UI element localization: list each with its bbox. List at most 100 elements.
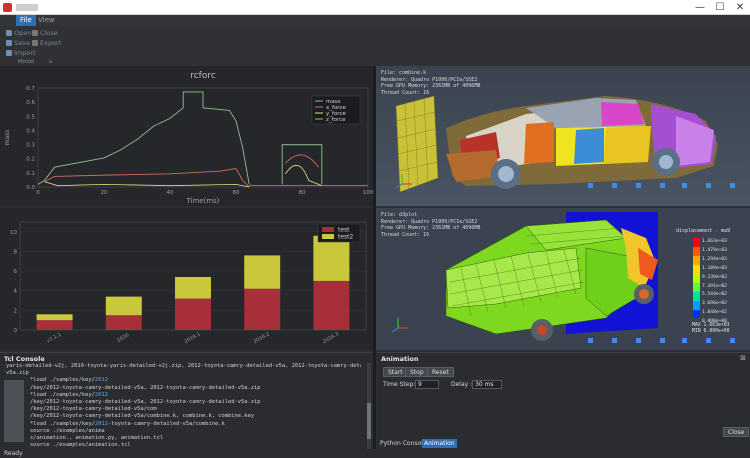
contour-min-max: MAX 1.663e+03 MIN 0.000e+00 xyxy=(692,323,730,335)
tcl-console-line: v5a.zip xyxy=(6,370,29,377)
save-icon xyxy=(6,40,12,46)
model-viewport-1[interactable]: File: combine.k Renderer: Quadro P1000/P… xyxy=(376,66,750,206)
minimize-button[interactable]: — xyxy=(690,1,710,14)
mass-series-line xyxy=(37,91,250,185)
y-force-series-line-2 xyxy=(285,165,322,187)
tcl-console-line: /key/2012-toyota-camry-detailed-v5a, 201… xyxy=(30,399,261,406)
window-title xyxy=(16,4,38,11)
start-button[interactable]: Start xyxy=(383,367,408,377)
plot1-ytick: 0.7 xyxy=(26,86,35,92)
stop-button[interactable]: Stop xyxy=(405,367,429,377)
bar-chart-ytick: 2 xyxy=(14,308,18,314)
bar-chart-xtick: 2016.2 xyxy=(253,331,271,345)
tcl-console-line: /key/2012-toyota-camry-detailed-v5a/com xyxy=(30,406,157,413)
tcl-scrollbar-thumb[interactable] xyxy=(367,403,371,439)
tcl-line-part: 2012 xyxy=(94,391,108,398)
bar-test2 xyxy=(36,314,73,321)
animation-title: Animation xyxy=(381,355,419,363)
menu-view[interactable]: View xyxy=(34,15,59,26)
export-label: Export xyxy=(40,39,62,47)
open-button[interactable]: Open xyxy=(6,29,31,38)
tcl-console-line: *load ./samples/key/2012-toyota-camry-de… xyxy=(6,421,361,428)
contour-legend-value: 7.391e+02 xyxy=(702,283,727,289)
contour-min: MIN 0.000e+00 xyxy=(692,329,730,334)
tcl-console-title: Tcl Console xyxy=(4,355,45,363)
viewport-2-gpu-memory: Free GPU Memory: 2361MB of 4096MB xyxy=(381,225,481,231)
tcl-console-output[interactable]: yaris-detailed-v2j, 2010-toyota-yaris-de… xyxy=(6,363,361,449)
legend-swatch-test xyxy=(322,227,334,232)
contour-legend-value: 1.663e+03 xyxy=(702,239,727,244)
plot1-ylabel: mass xyxy=(4,130,11,146)
time-step-label: Time Step: xyxy=(383,381,416,388)
contour-legend-value: 3.696e+02 xyxy=(702,301,727,307)
bar-chart-xtick: 2016 xyxy=(116,332,130,344)
close-icon xyxy=(32,30,38,36)
app-logo-icon xyxy=(3,3,12,12)
menu-bar: File View xyxy=(0,15,750,26)
application-window: — ☐ ✕ File View Open Close Save Export I… xyxy=(0,0,750,458)
import-button[interactable]: Import xyxy=(6,49,36,58)
tab-animation[interactable]: Animation xyxy=(422,439,457,448)
close-file-button[interactable]: Close xyxy=(32,29,58,38)
bar-chart[interactable]: 0 2 4 6 8 10 v7.1.1 2016 2016.1 2016.2 2016.3 testt… xyxy=(0,208,373,350)
legend-label-test2: test2 xyxy=(338,234,354,241)
plot1-title: rcforc xyxy=(190,71,216,81)
tcl-line-part: *load ./samples/key/ xyxy=(30,420,95,427)
legend-label-z_force: z_force xyxy=(326,117,346,123)
plot1-ytick: 0.1 xyxy=(26,171,35,177)
tcl-line-part: *load ./samples/key/ xyxy=(30,377,95,384)
folder-icon xyxy=(6,30,12,36)
bar-test xyxy=(244,288,281,330)
import-icon xyxy=(6,50,12,56)
reset-button[interactable]: Reset xyxy=(427,367,454,377)
legend-swatch-test2 xyxy=(322,234,334,239)
time-step-spinbox[interactable]: 9 xyxy=(415,380,439,389)
plot1-xtick: 100 xyxy=(363,190,373,196)
close-label: Close xyxy=(40,29,58,37)
tcl-line-part: 2012 xyxy=(94,377,108,384)
tcl-console-line: source ./examples/anima xyxy=(30,427,105,434)
plot1-xtick: 0 xyxy=(36,190,40,196)
plot1-ytick: 0.0 xyxy=(26,185,35,191)
save-button[interactable]: Save xyxy=(6,39,30,48)
maximize-button[interactable]: ☐ xyxy=(710,1,730,14)
panel-close-icon[interactable]: ⊠ xyxy=(740,354,746,362)
bar-chart-ytick: 4 xyxy=(14,289,18,295)
viewport-2-thread-count: Thread Count: 16 xyxy=(381,231,430,238)
toolbar: Open Close Save Export Import Model ⇲ xyxy=(0,26,750,66)
bar-chart-ytick: 6 xyxy=(14,269,18,275)
viewport-1-info: File: combine.k Renderer: Quadro P1000/P… xyxy=(381,70,480,96)
plot1-xtick: 40 xyxy=(167,190,174,196)
export-button[interactable]: Export xyxy=(32,39,61,48)
tcl-console-panel: Tcl Console yaris-detailed-v2j, 2010-toy… xyxy=(0,352,372,450)
viewport-1-gpu-memory: Free GPU Memory: 2361MB of 4096MB xyxy=(381,83,481,89)
tcl-console-line: yaris-detailed-v2j, 2010-toyota-yaris-de… xyxy=(6,363,361,369)
bar-chart-xtick: v7.1.1 xyxy=(46,332,63,345)
vertical-splitter[interactable] xyxy=(373,66,376,450)
bar-test xyxy=(105,315,142,330)
tab-python-console[interactable]: Python Console xyxy=(378,439,429,448)
bar-test xyxy=(313,280,350,330)
close-button[interactable]: Close xyxy=(723,427,750,437)
model-viewport-2[interactable]: File: d3plot Renderer: Quadro P1000/PCIe… xyxy=(376,208,750,350)
tcl-line-part: 2012 xyxy=(94,420,108,427)
bar-chart-ytick: 8 xyxy=(14,249,18,255)
x-force-series-line xyxy=(44,168,250,188)
rcforc-plot-panel: rcforc Time(ms) mass 0 20 40 60 80 100 0.0 0.1 0.2 0… xyxy=(0,66,373,206)
import-label: Import xyxy=(14,49,36,57)
tcl-scrollbar[interactable] xyxy=(367,363,371,449)
plot1-ytick: 0.2 xyxy=(26,157,35,163)
close-window-button[interactable]: ✕ xyxy=(730,1,750,14)
bar-chart-ytick: 10 xyxy=(10,230,17,236)
viewport-2-info: File: d3plot Renderer: Quadro P1000/PCIe… xyxy=(381,212,480,238)
bar-test xyxy=(36,320,73,330)
rcforc-plot[interactable]: rcforc Time(ms) mass 0 20 40 60 80 100 0.0 0.1 0.2 0… xyxy=(0,66,373,206)
contour-legend-value: 1.109e+03 xyxy=(702,265,727,271)
contour-legend-value: 9.239e+02 xyxy=(702,274,727,280)
delay-spinbox[interactable]: 30 ms xyxy=(472,380,502,389)
tcl-line-part: *load ./samples/key/ xyxy=(30,391,95,398)
menu-file[interactable]: File xyxy=(16,15,36,26)
bar-chart-xtick: 2016.3 xyxy=(322,331,340,345)
contour-legend-title: displacement - ma9 xyxy=(676,228,731,234)
plot1-ytick: 0.4 xyxy=(26,128,35,134)
